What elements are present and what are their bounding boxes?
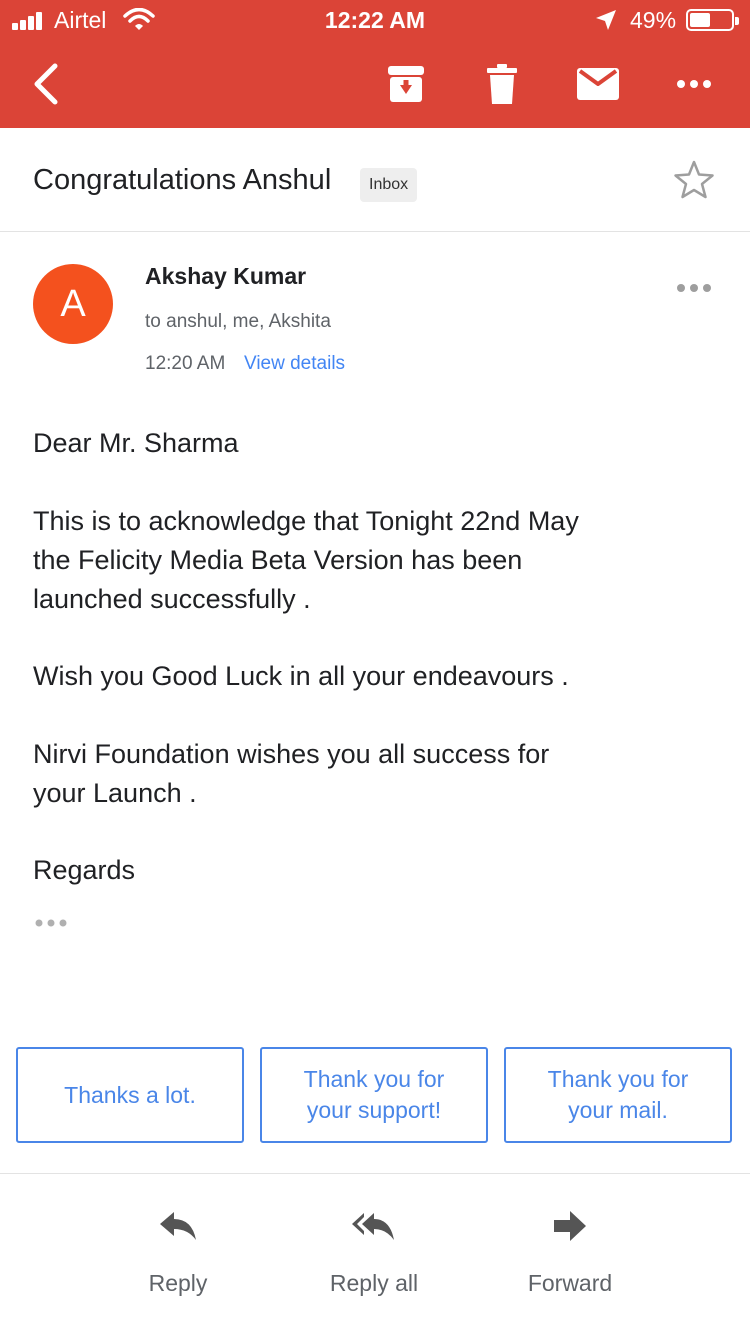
more-options-button[interactable]	[670, 60, 718, 108]
reply-button[interactable]: Reply	[98, 1206, 258, 1316]
smart-reply-button[interactable]: Thank you for your support!	[260, 1047, 488, 1143]
back-button[interactable]	[22, 60, 70, 108]
body-paragraph: Nirvi Foundation wishes you all success …	[33, 739, 550, 808]
reply-icon	[160, 1212, 196, 1240]
body-paragraph: Wish you Good Luck in all your endeavour…	[33, 661, 569, 691]
forward-button[interactable]: Forward	[490, 1206, 650, 1316]
divider	[0, 1173, 750, 1174]
archive-icon	[388, 66, 424, 102]
battery-icon	[686, 9, 739, 31]
reply-all-icon	[352, 1213, 394, 1240]
subject-row: Congratulations Anshul Inbox	[0, 128, 750, 232]
message-more-icon[interactable]	[674, 276, 714, 300]
email-subject: Congratulations Anshul	[33, 164, 332, 196]
back-arrow-icon	[34, 63, 58, 105]
body-closing: Regards	[33, 855, 136, 885]
smart-reply-button[interactable]: Thanks a lot.	[16, 1047, 244, 1143]
sender-avatar[interactable]: A	[33, 264, 113, 344]
recipients-line: to anshul, me, Akshita	[145, 311, 331, 332]
smart-reply-button[interactable]: Thank you for your mail.	[504, 1047, 732, 1143]
sent-time: 12:20 AM	[145, 353, 226, 374]
reply-all-label: Reply all	[329, 1270, 419, 1296]
mail-icon	[577, 68, 619, 100]
forward-icon	[554, 1211, 586, 1241]
inbox-label-badge[interactable]: Inbox	[360, 168, 418, 202]
location-arrow-icon	[596, 10, 616, 30]
sender-name[interactable]: Akshay Kumar	[145, 263, 306, 290]
reply-label: Reply	[148, 1270, 208, 1296]
battery-percent: 49%	[630, 7, 677, 33]
more-horizontal-icon	[677, 80, 711, 88]
show-trimmed-content-icon[interactable]	[34, 914, 70, 932]
mark-unread-button[interactable]	[574, 60, 622, 108]
trash-icon	[487, 64, 517, 104]
status-bar: Airtel 12:22 AM 49%	[0, 0, 750, 40]
body-paragraph: This is to acknowledge that Tonight 22nd…	[33, 506, 579, 614]
star-icon[interactable]	[672, 158, 716, 202]
body-greeting: Dear Mr. Sharma	[33, 428, 239, 458]
archive-button[interactable]	[382, 60, 430, 108]
delete-button[interactable]	[478, 60, 526, 108]
forward-label: Forward	[527, 1270, 613, 1296]
app-header: Airtel 12:22 AM 49%	[0, 0, 750, 128]
reply-all-button[interactable]: Reply all	[294, 1206, 454, 1316]
view-details-link[interactable]: View details	[244, 353, 345, 375]
